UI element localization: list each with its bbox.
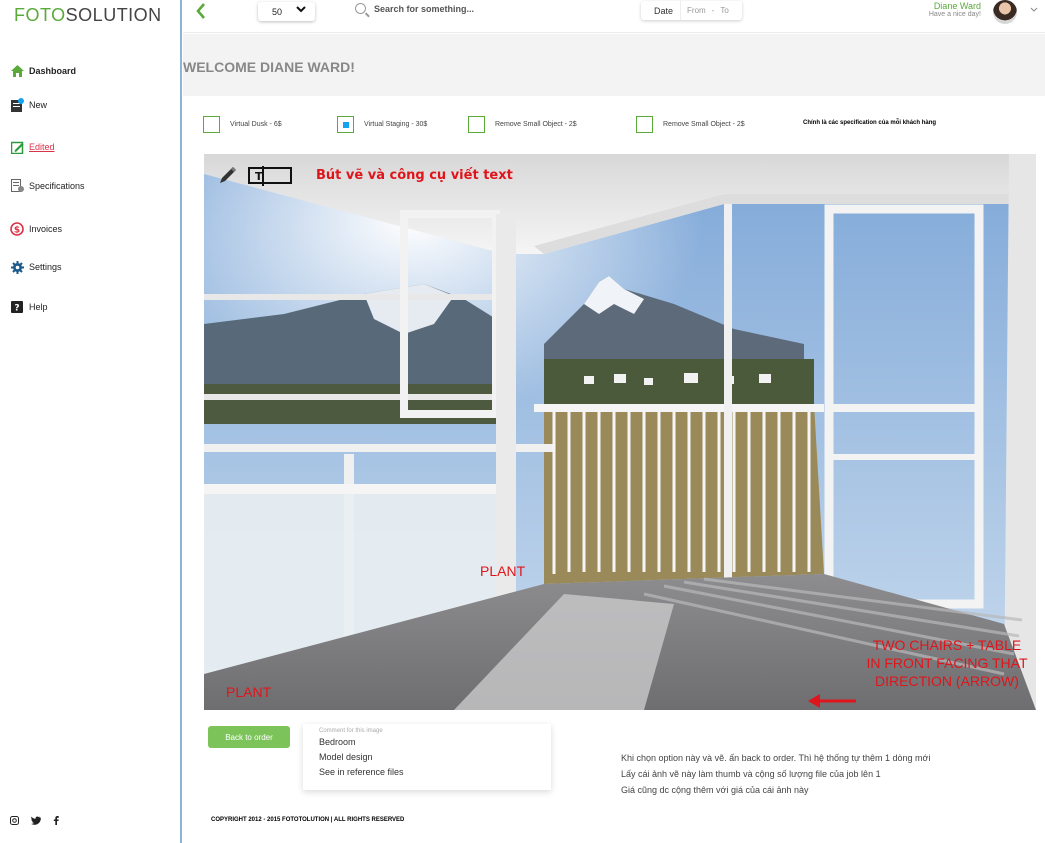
svg-text:T: T xyxy=(255,170,263,183)
user-greeting: Have a nice day! xyxy=(928,11,981,18)
note-line: Giá cũng dc cộng thêm với giá của cái ản… xyxy=(621,785,809,795)
sidebar-item-dashboard[interactable]: Dashboard xyxy=(10,64,76,78)
option-label: Virtual Dusk - 6$ xyxy=(230,121,282,128)
copyright: COPYRIGHT 2012 - 2015 FOTOTOLUTION | ALL… xyxy=(211,817,405,823)
sidebar-item-label: Specifications xyxy=(29,181,85,191)
search-icon xyxy=(355,3,366,14)
home-icon xyxy=(10,64,24,78)
sidebar-item-label: Dashboard xyxy=(29,66,77,76)
note-line: Khi chọn option này và vẽ. ấn back to or… xyxy=(621,753,931,763)
options-note: Chính là các specification của mỗi khách… xyxy=(803,120,937,126)
date-label: Date xyxy=(647,1,682,20)
chevron-down-icon xyxy=(296,5,306,16)
option-remove-small-object-2[interactable]: Remove Small Object - 2$ xyxy=(636,116,745,133)
drawing-toolbar: T Bút vẽ và công cụ viết text xyxy=(218,164,513,186)
annotation-chairs: TWO CHAIRS + TABLE IN FRONT FACING THAT … xyxy=(866,637,1028,689)
instagram-icon[interactable] xyxy=(10,816,19,827)
option-remove-small-object-1[interactable]: Remove Small Object - 2$ xyxy=(468,116,577,133)
spec-options: Virtual Dusk - 6$ Virtual Staging - 30$ … xyxy=(203,116,1043,136)
user-info[interactable]: Diane Ward Have a nice day! xyxy=(929,1,981,18)
option-label: Virtual Staging - 30$ xyxy=(364,121,428,128)
twitter-icon[interactable] xyxy=(31,816,41,827)
checkbox[interactable] xyxy=(203,116,220,133)
option-label: Remove Small Object - 2$ xyxy=(663,121,745,128)
chevron-left-icon[interactable] xyxy=(195,3,207,24)
sidebar-item-specifications[interactable]: Specifications xyxy=(10,179,85,193)
specifications-icon xyxy=(10,179,24,193)
back-to-order-button[interactable]: Back to order xyxy=(208,726,290,748)
checkbox[interactable] xyxy=(636,116,653,133)
sidebar-item-label: Invoices xyxy=(29,224,63,234)
sidebar-item-label: Help xyxy=(29,302,48,312)
pen-tool-icon[interactable] xyxy=(218,165,238,185)
avatar[interactable] xyxy=(993,0,1017,24)
search-bar[interactable]: Search for something... xyxy=(355,3,474,14)
chevron-down-icon[interactable] xyxy=(1030,6,1038,15)
toolbar-caption: Bút vẽ và công cụ viết text xyxy=(316,167,513,183)
workflow-note: Khi chọn option này và vẽ. ấn back to or… xyxy=(621,750,930,798)
checkbox[interactable] xyxy=(468,116,485,133)
help-icon: ? xyxy=(10,300,24,314)
comment-box[interactable]: Comment for this image Bedroom Model des… xyxy=(303,724,551,790)
date-filter[interactable]: Date From - To xyxy=(641,1,742,20)
checkbox[interactable] xyxy=(337,116,354,133)
option-label: Remove Small Object - 2$ xyxy=(495,121,577,128)
brand-logo-part2: SOLUTION xyxy=(65,5,162,25)
svg-text:$: $ xyxy=(14,226,20,236)
annotation-arrow-icon xyxy=(808,694,856,708)
option-virtual-dusk[interactable]: Virtual Dusk - 6$ xyxy=(203,116,282,133)
sidebar-item-invoices[interactable]: $ Invoices xyxy=(10,222,62,236)
page-size-value: 50 xyxy=(272,6,283,17)
text-tool-icon[interactable]: T xyxy=(248,164,292,186)
sidebar-item-help[interactable]: ? Help xyxy=(10,300,48,314)
brand-logo[interactable]: FOTOSOLUTION xyxy=(14,5,162,26)
note-line: Lấy cái ảnh vẽ này làm thumb và cộng số … xyxy=(621,769,881,779)
sidebar-item-label: Settings xyxy=(29,262,62,272)
room-photo xyxy=(204,154,1036,710)
sidebar-item-settings[interactable]: Settings xyxy=(10,260,62,274)
annotation-plant-left: PLANT xyxy=(226,684,272,700)
new-icon xyxy=(10,98,24,112)
svg-text:?: ? xyxy=(14,304,19,314)
comment-label: Comment for this image xyxy=(319,728,383,734)
page-title: WELCOME DIANE WARD! xyxy=(183,59,355,75)
option-virtual-staging[interactable]: Virtual Staging - 30$ xyxy=(337,116,427,133)
annotation-plant-center: PLANT xyxy=(480,563,526,579)
facebook-icon[interactable] xyxy=(53,816,59,827)
user-name: Diane Ward xyxy=(933,1,981,11)
sidebar-item-edited[interactable]: Edited xyxy=(10,140,55,154)
welcome-banner: WELCOME DIANE WARD! xyxy=(183,34,1045,96)
image-canvas[interactable]: T Bút vẽ và công cụ viết text PLANT PLAN… xyxy=(204,154,1036,710)
page-size-select[interactable]: 50 xyxy=(258,2,315,21)
gear-icon xyxy=(10,260,24,274)
search-input[interactable]: Search for something... xyxy=(374,4,474,14)
invoices-icon: $ xyxy=(10,222,24,236)
top-bar: 50 Search for something... Date From - T… xyxy=(183,0,1045,33)
main-content: WELCOME DIANE WARD! Virtual Dusk - 6$ Vi… xyxy=(183,34,1045,843)
social-links xyxy=(10,816,59,827)
edit-icon xyxy=(10,140,24,154)
date-from-field[interactable]: From xyxy=(687,6,706,15)
brand-logo-part1: FOTO xyxy=(14,5,66,25)
sidebar-item-label: Edited xyxy=(29,142,55,152)
date-separator: - xyxy=(711,6,715,15)
sidebar-item-new[interactable]: New xyxy=(10,98,47,112)
comment-line: See in reference files xyxy=(319,767,404,777)
comment-line: Model design xyxy=(319,752,373,762)
date-to-field[interactable]: To xyxy=(720,6,728,15)
comment-line: Bedroom xyxy=(319,737,356,747)
sidebar-item-label: New xyxy=(29,100,48,110)
sidebar: FOTOSOLUTION Dashboard New Edited Specif… xyxy=(0,0,182,843)
